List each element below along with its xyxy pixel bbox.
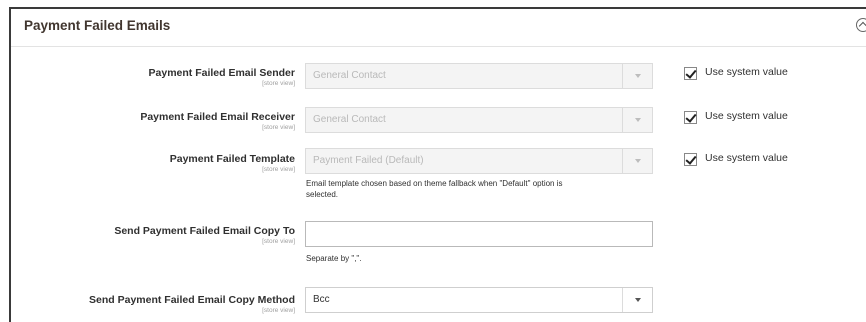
use-system-value-label: Use system value <box>705 66 788 78</box>
scope-label: [store view] <box>262 166 295 173</box>
section-header[interactable]: Payment Failed Emails <box>11 9 866 47</box>
select-value: Payment Failed (Default) <box>313 155 424 166</box>
use-system-value-label: Use system value <box>705 110 788 122</box>
field-label-copy-to: Send Payment Failed Email Copy To [store… <box>0 225 295 246</box>
template-note: Email template chosen based on theme fal… <box>306 178 666 200</box>
label-text: Payment Failed Email Sender <box>148 67 295 79</box>
copy-to-note: Separate by ",". <box>306 254 362 263</box>
label-text: Send Payment Failed Email Copy To <box>114 225 295 237</box>
copy-to-input[interactable] <box>305 221 653 247</box>
field-label-copy-method: Send Payment Failed Email Copy Method [s… <box>0 294 295 315</box>
copy-method-select[interactable]: Bcc <box>305 287 653 313</box>
note-line: Email template chosen based on theme fal… <box>306 179 563 188</box>
label-text: Payment Failed Email Receiver <box>140 111 295 123</box>
collapse-chevron-icon[interactable] <box>856 18 866 32</box>
checkbox-checked-icon[interactable] <box>684 111 697 124</box>
checkbox-checked-icon[interactable] <box>684 67 697 80</box>
scope-label: [store view] <box>262 80 295 87</box>
note-line: selected. <box>306 190 339 199</box>
email-receiver-select[interactable]: General Contact <box>305 107 653 133</box>
field-label-template: Payment Failed Template [store view] <box>0 153 295 174</box>
select-value: Bcc <box>313 294 330 305</box>
scope-label: [store view] <box>262 238 295 245</box>
field-label-sender: Payment Failed Email Sender [store view] <box>0 67 295 88</box>
select-value: General Contact <box>313 70 386 81</box>
label-text: Send Payment Failed Email Copy Method <box>89 294 295 306</box>
checkbox-checked-icon[interactable] <box>684 153 697 166</box>
select-value: General Contact <box>313 114 386 125</box>
scope-label: [store view] <box>262 124 295 131</box>
label-text: Payment Failed Template <box>169 153 295 165</box>
use-system-value-label: Use system value <box>705 152 788 164</box>
section-title: Payment Failed Emails <box>24 18 171 33</box>
scope-label: [store view] <box>262 307 295 314</box>
chevron-down-icon <box>622 288 652 312</box>
email-sender-select[interactable]: General Contact <box>305 63 653 89</box>
chevron-down-icon <box>622 108 652 132</box>
template-select[interactable]: Payment Failed (Default) <box>305 148 653 174</box>
field-label-receiver: Payment Failed Email Receiver [store vie… <box>0 111 295 132</box>
chevron-down-icon <box>622 149 652 173</box>
chevron-down-icon <box>622 64 652 88</box>
